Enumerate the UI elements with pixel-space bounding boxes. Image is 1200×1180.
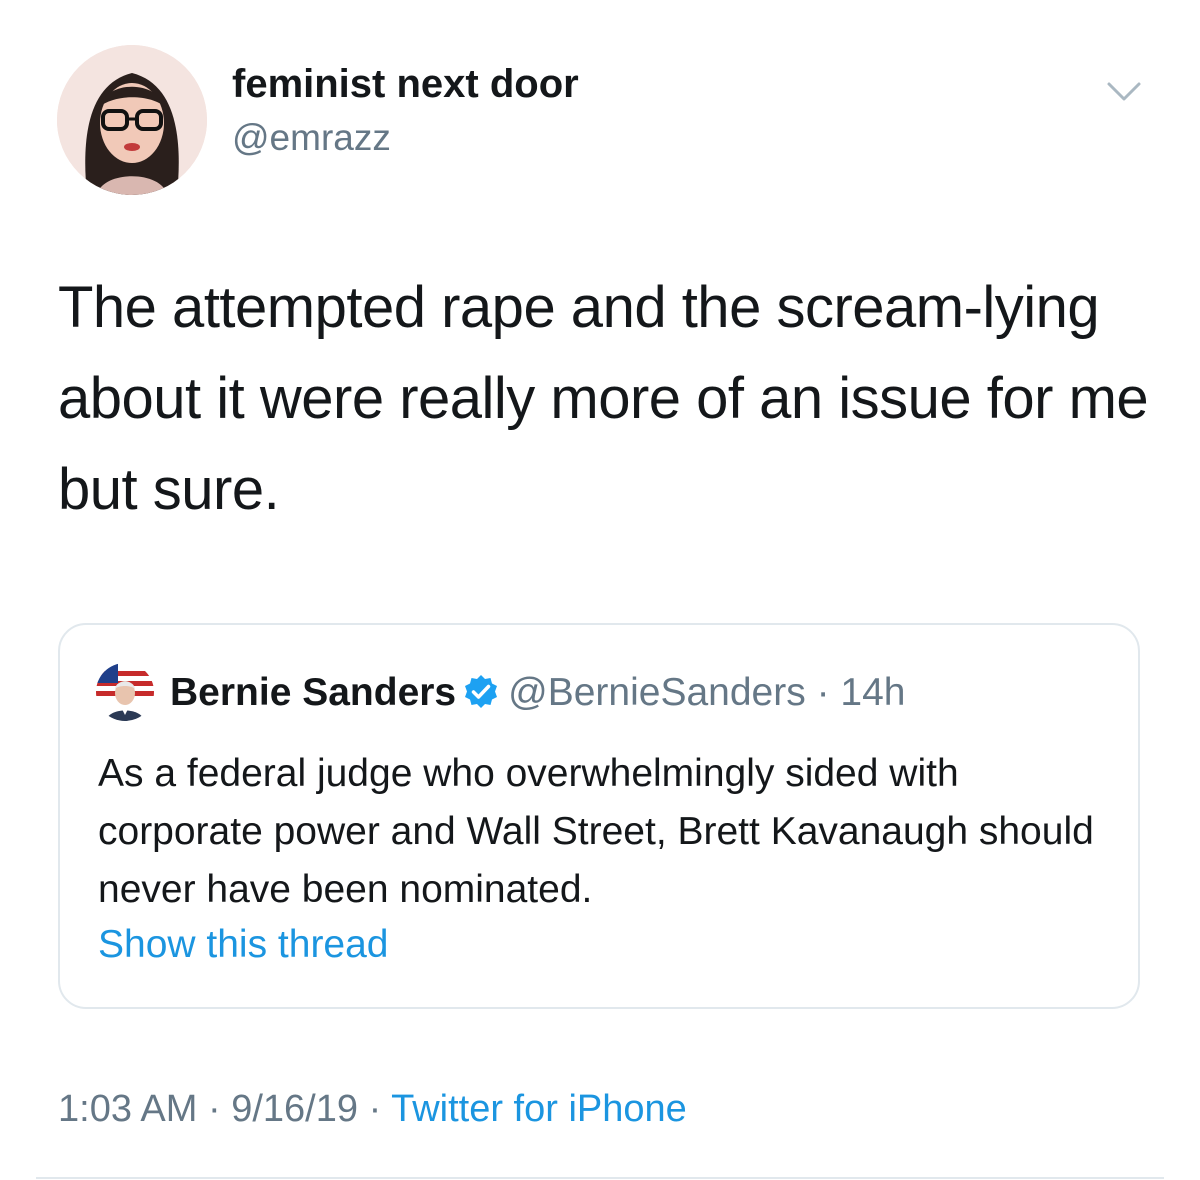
quoted-author-handle[interactable]: @BernieSanders — [508, 671, 806, 714]
tweet-time[interactable]: 1:03 AM — [58, 1088, 197, 1130]
verified-badge-icon — [462, 673, 500, 711]
author-name[interactable]: feminist next door — [232, 62, 579, 107]
author-handle[interactable]: @emrazz — [232, 117, 391, 159]
separator-dot: · — [368, 1088, 382, 1130]
tweet: feminist next door @emrazz The attempted… — [0, 0, 1200, 1180]
tweet-text: The attempted rape and the scream-lying … — [58, 275, 1149, 522]
quoted-tweet-card[interactable]: Bernie Sanders @BernieSanders · 14h As a… — [58, 623, 1140, 1009]
tweet-meta: 1:03 AM · 9/16/19 · Twitter for iPhone — [58, 1088, 687, 1131]
quoted-tweet-text: As a federal judge who overwhelmingly si… — [98, 752, 1094, 911]
separator-dot: · — [816, 671, 830, 714]
quoted-tweet-header: Bernie Sanders @BernieSanders · 14h — [170, 670, 905, 716]
quoted-author-name[interactable]: Bernie Sanders — [170, 671, 456, 714]
chevron-down-icon[interactable] — [1106, 78, 1142, 106]
tweet-date[interactable]: 9/16/19 — [231, 1088, 358, 1130]
quoted-tweet-time[interactable]: 14h — [840, 671, 905, 714]
quoted-author-avatar[interactable] — [96, 663, 154, 721]
show-thread-link[interactable]: Show this thread — [98, 923, 389, 967]
author-avatar[interactable] — [57, 45, 207, 195]
separator-dot: · — [207, 1088, 221, 1130]
divider — [36, 1177, 1164, 1179]
tweet-source-link[interactable]: Twitter for iPhone — [391, 1088, 687, 1130]
